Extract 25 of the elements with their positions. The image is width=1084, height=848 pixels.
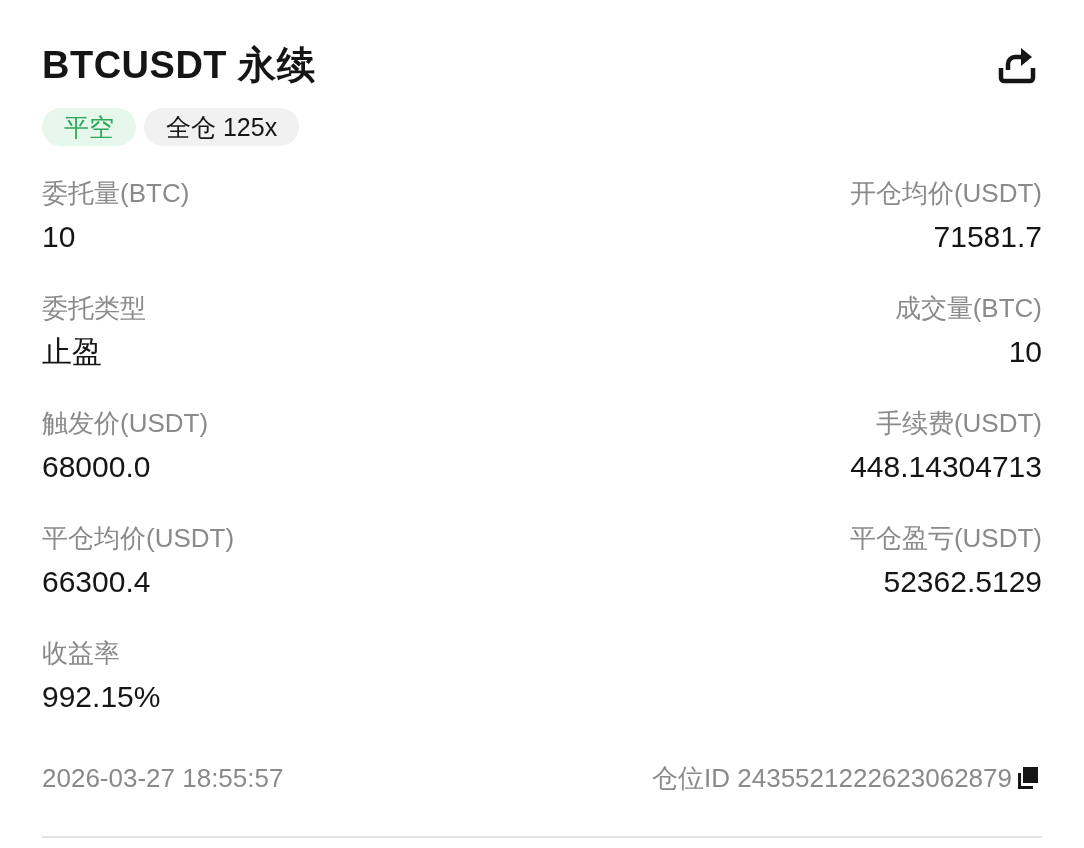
timestamp: 2026-03-27 18:55:57 <box>42 762 284 795</box>
field-value: 992.15% <box>42 679 161 715</box>
field-value: 止盈 <box>42 334 102 370</box>
field-label: 开仓均价(USDT) <box>849 177 1042 210</box>
field-label: 触发价(USDT) <box>42 407 209 440</box>
field-label: 成交量(BTC) <box>894 292 1042 325</box>
field-value: 71581.7 <box>933 219 1042 255</box>
field-value: 66300.4 <box>42 564 151 600</box>
field-value: 10 <box>1008 334 1042 370</box>
field-value: 52362.5129 <box>883 564 1042 600</box>
direction-tag: 平空 <box>42 108 136 146</box>
field-label: 平仓盈亏(USDT) <box>849 522 1042 555</box>
field-label: 委托量(BTC) <box>42 177 190 210</box>
share-icon[interactable] <box>998 46 1036 84</box>
field-value: 68000.0 <box>42 449 151 485</box>
contract-title: BTCUSDT 永续 <box>42 43 316 88</box>
field-value: 10 <box>42 219 76 255</box>
field-label: 委托类型 <box>42 292 146 325</box>
margin-mode-tag: 全仓 125x <box>144 108 300 146</box>
field-label: 平仓均价(USDT) <box>42 522 235 555</box>
field-value: 448.14304713 <box>850 449 1042 485</box>
field-label: 手续费(USDT) <box>875 407 1042 440</box>
position-id: 仓位ID 2435521222623062879 <box>652 762 1012 795</box>
field-label: 收益率 <box>42 637 120 670</box>
copy-icon[interactable] <box>1018 767 1038 789</box>
